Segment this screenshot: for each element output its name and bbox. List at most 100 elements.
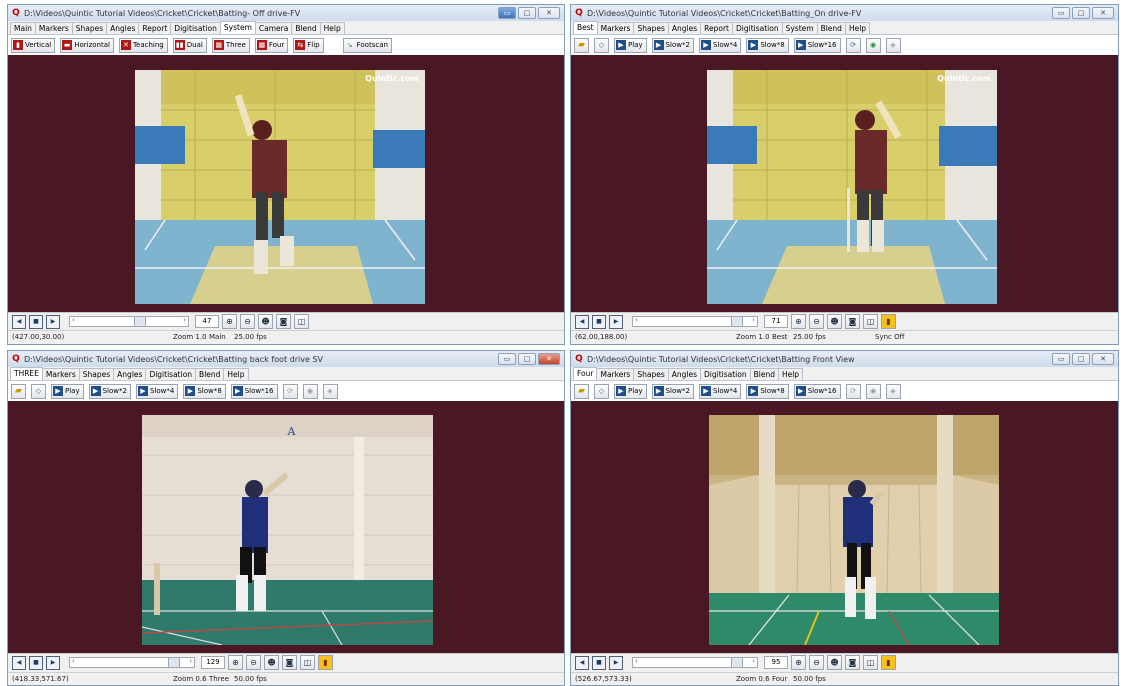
frame-number[interactable]: 95 <box>764 656 788 669</box>
open-folder-icon[interactable]: ▰ <box>574 37 589 53</box>
tab-help[interactable]: Help <box>223 368 249 380</box>
tab-angles[interactable]: Angles <box>667 368 701 380</box>
four-button[interactable]: ▦ Four <box>254 37 289 53</box>
video-frame[interactable]: A <box>142 415 433 645</box>
close-button[interactable]: ✕ <box>1092 7 1114 19</box>
tab-shapes[interactable]: Shapes <box>78 368 115 380</box>
stop-button[interactable]: ■ <box>29 655 43 670</box>
close-button[interactable]: ✕ <box>538 7 560 19</box>
snapshot-icon[interactable]: ◫ <box>300 655 315 670</box>
step-back-button[interactable]: ◀ <box>12 314 26 329</box>
slow4-button[interactable]: ▶ Slow*4 <box>698 37 742 53</box>
stop-button[interactable]: ■ <box>592 655 606 670</box>
tab-main[interactable]: Main <box>10 22 36 34</box>
step-back-button[interactable]: ◀ <box>12 655 26 670</box>
person-icon[interactable]: ☻ <box>258 314 273 329</box>
sync-lock-icon[interactable]: ▮ <box>881 655 896 670</box>
tab-system[interactable]: System <box>781 22 818 34</box>
step-forward-button[interactable]: ▶ <box>46 314 60 329</box>
stop-button[interactable]: ■ <box>592 314 606 329</box>
tab-blend[interactable]: Blend <box>816 22 846 34</box>
zoom-in-icon[interactable]: ⊕ <box>228 655 243 670</box>
frame-slider[interactable]: ‹ › <box>69 657 195 668</box>
tab-digitisation[interactable]: Digitisation <box>170 22 221 34</box>
eraser-icon[interactable]: ◇ <box>31 383 46 399</box>
tab-angles[interactable]: Angles <box>667 22 702 34</box>
play-button[interactable]: ▶ Play <box>614 383 647 399</box>
eraser-icon[interactable]: ◇ <box>594 37 609 53</box>
tab-help[interactable]: Help <box>844 22 871 34</box>
zoom-in-icon[interactable]: ⊕ <box>791 655 806 670</box>
tab-shapes[interactable]: Shapes <box>633 22 669 34</box>
record-icon[interactable]: ◉ <box>865 383 881 399</box>
play-button[interactable]: ▶ Play <box>51 383 84 399</box>
sync-icon[interactable]: ⟳ <box>845 383 861 399</box>
slow8-button[interactable]: ▶ Slow*8 <box>183 383 226 399</box>
tab-blend[interactable]: Blend <box>291 22 321 34</box>
open-folder-icon[interactable]: ▰ <box>574 383 589 399</box>
teaching-button[interactable]: ✕ Teaching <box>118 37 168 53</box>
zoom-out-icon[interactable]: ⊖ <box>240 314 255 329</box>
video-frame[interactable]: Quintic.com <box>135 70 425 304</box>
stop-button[interactable]: ■ <box>29 314 43 329</box>
slow2-button[interactable]: ▶ Slow*2 <box>88 383 131 399</box>
step-forward-button[interactable]: ▶ <box>46 655 60 670</box>
tab-system[interactable]: System <box>219 21 256 34</box>
audio-icon[interactable]: ◈ <box>885 383 901 399</box>
title-bar[interactable]: Q D:\Videos\Quintic Tutorial Videos\Cric… <box>8 351 564 367</box>
tab-report[interactable]: Report <box>138 22 172 34</box>
flip-button[interactable]: ⇆ Flip <box>293 37 324 53</box>
record-icon[interactable]: ◉ <box>302 383 318 399</box>
frame-number[interactable]: 47 <box>195 315 219 328</box>
tab-digitisation[interactable]: Digitisation <box>732 22 783 34</box>
minimize-button[interactable]: ▭ <box>498 7 516 19</box>
play-button[interactable]: ▶ Play <box>614 37 647 53</box>
tab-report[interactable]: Report <box>700 22 733 34</box>
sync-icon[interactable]: ⟳ <box>845 37 861 53</box>
person-icon[interactable]: ☻ <box>264 655 279 670</box>
tab-blend[interactable]: Blend <box>195 368 225 380</box>
maximize-button[interactable]: □ <box>518 353 536 365</box>
zoom-out-icon[interactable]: ⊖ <box>809 314 824 329</box>
tab-camera[interactable]: Camera <box>254 22 293 34</box>
open-folder-icon[interactable]: ▰ <box>11 383 26 399</box>
tab-markers[interactable]: Markers <box>596 368 635 380</box>
minimize-button[interactable]: ▭ <box>498 353 516 365</box>
minimize-button[interactable]: ▭ <box>1052 7 1070 19</box>
sync-icon[interactable]: ⟳ <box>282 383 298 399</box>
vertical-button[interactable]: ▮ Vertical <box>11 37 56 53</box>
tab-markers[interactable]: Markers <box>34 22 73 34</box>
slow16-button[interactable]: ▶ Slow*16 <box>230 383 278 399</box>
frame-slider[interactable]: ‹ › <box>632 316 758 327</box>
audio-icon[interactable]: ◈ <box>322 383 338 399</box>
person-icon[interactable]: ☻ <box>827 314 842 329</box>
video-frame[interactable] <box>709 415 999 645</box>
frame-slider[interactable]: ‹ › <box>632 657 758 668</box>
dual-button[interactable]: ▮▮ Dual <box>172 37 207 53</box>
tab-markers[interactable]: Markers <box>596 22 635 34</box>
frame-number[interactable]: 71 <box>764 315 788 328</box>
zoom-out-icon[interactable]: ⊖ <box>809 655 824 670</box>
tab-help[interactable]: Help <box>777 368 804 380</box>
maximize-button[interactable]: □ <box>518 7 536 19</box>
frame-number[interactable]: 129 <box>201 656 225 669</box>
tab-four[interactable]: Four <box>573 367 598 380</box>
audio-icon[interactable]: ◈ <box>885 37 901 53</box>
record-icon[interactable]: ◉ <box>865 37 881 53</box>
tab-digitisation[interactable]: Digitisation <box>145 368 197 380</box>
step-forward-button[interactable]: ▶ <box>609 314 623 329</box>
maximize-button[interactable]: □ <box>1072 7 1090 19</box>
snapshot-icon[interactable]: ◫ <box>863 314 878 329</box>
minimize-button[interactable]: ▭ <box>1052 353 1070 365</box>
snapshot-icon[interactable]: ◫ <box>294 314 309 329</box>
tab-shapes[interactable]: Shapes <box>71 22 108 34</box>
eraser-icon[interactable]: ◇ <box>594 383 609 399</box>
slow16-button[interactable]: ▶ Slow*16 <box>793 37 841 53</box>
horizontal-button[interactable]: ▬ Horizontal <box>60 37 114 53</box>
person-icon[interactable]: ☻ <box>827 655 842 670</box>
zoom-out-icon[interactable]: ⊖ <box>246 655 261 670</box>
footscan-button[interactable]: ↘ Footscan <box>342 37 392 53</box>
sync-lock-icon[interactable]: ▮ <box>881 314 896 329</box>
three-button[interactable]: ▦ Three <box>211 37 250 53</box>
tab-digitisation[interactable]: Digitisation <box>700 368 751 380</box>
